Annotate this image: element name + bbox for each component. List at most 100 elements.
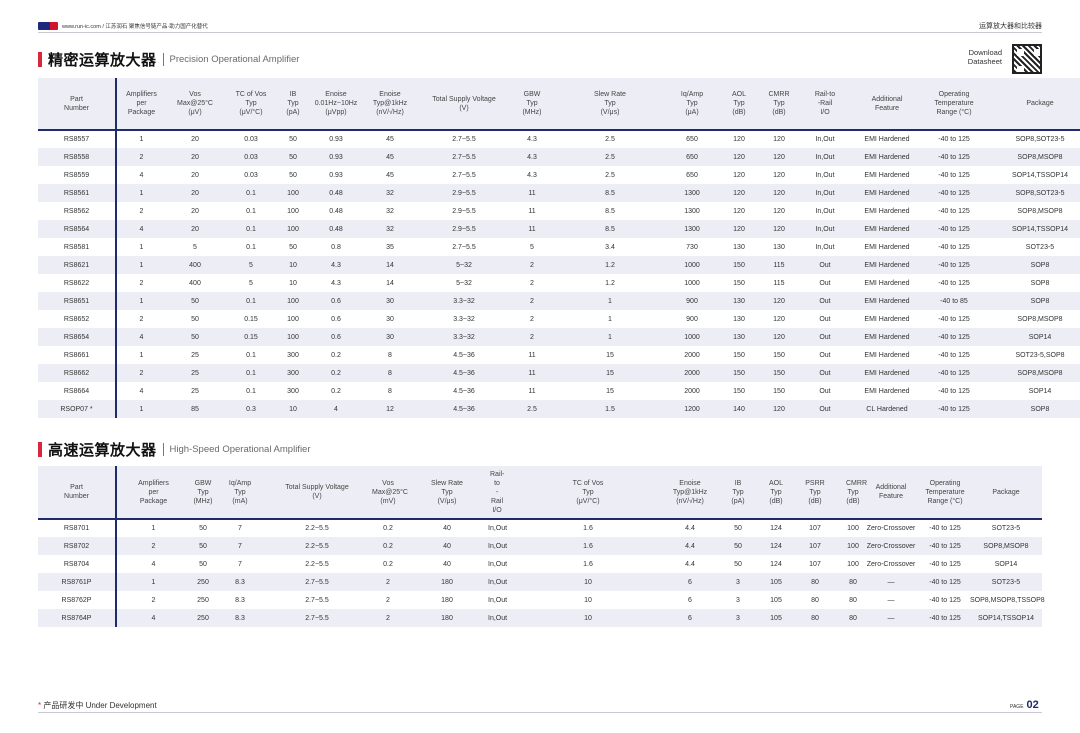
part-number-cell[interactable]: RS8557 (38, 130, 117, 148)
part-number-cell[interactable]: RS8581 (38, 238, 117, 256)
precision-col-header: AOL Typ (dB) (716, 78, 762, 131)
table-cell: 0.2 (308, 364, 364, 382)
table-cell: 2000 (668, 364, 716, 382)
table-cell: 7 (238, 560, 242, 568)
table-cell: 2.7~5.5 (305, 596, 329, 604)
table-cell: Out (796, 292, 854, 310)
table-cell: 1 (116, 256, 166, 274)
table-cell: 8 (388, 351, 392, 359)
part-number-cell[interactable]: RS8654 (38, 328, 117, 346)
part-number-cell[interactable]: RS8622 (38, 274, 117, 292)
table-cell: SOT23-5,SOP8 (1015, 351, 1065, 359)
part-number-cell[interactable]: RS8661 (38, 346, 117, 364)
table-cell: 25 (191, 351, 199, 359)
precision-col-header: Vos Max@25°C (μV) (166, 78, 224, 131)
table-cell: 3.3~32 (416, 292, 512, 310)
part-number-cell[interactable]: RS8561 (38, 184, 117, 202)
part-number-cell[interactable]: RS8562 (38, 202, 117, 220)
table-row: RS8761P 1 250 8.3 2.7~5.5 2 180 In,Out 10 6 3 105 80… (38, 573, 1042, 591)
table-cell: 45 (386, 171, 394, 179)
part-number-cell[interactable]: RS8652 (38, 310, 117, 328)
table-cell: -40 to 125 (920, 364, 988, 382)
table-cell: In,Out (796, 148, 854, 166)
part-number-cell[interactable]: RS8559 (38, 166, 117, 184)
page-indicator: PAGE 02 (1010, 699, 1039, 711)
table-cell: 300 (287, 351, 299, 359)
table-cell: 0.1 (246, 207, 256, 215)
table-row: RS8764P 4 250 8.3 2.7~5.5 2 180 In,Out 10 6 3 105 80… (38, 609, 1042, 627)
part-number-cell[interactable]: RS8664 (38, 382, 117, 400)
highspeed-col-header: AOL Typ (dB) (766, 466, 786, 520)
part-number-cell[interactable]: RS8651 (38, 292, 117, 310)
download-datasheet-label[interactable]: Download Datasheet (960, 48, 1002, 66)
table-cell: 300 (287, 387, 299, 395)
page-label: PAGE (1010, 704, 1024, 710)
table-cell: SOT23-5 (1025, 243, 1055, 251)
table-cell: 45 (364, 148, 416, 166)
table-cell: 900 (668, 292, 716, 310)
table-cell: 11 (528, 351, 536, 359)
highspeed-title-en: High-Speed Operational Amplifier (169, 444, 311, 455)
table-cell: 120 (716, 220, 762, 238)
part-number-cell[interactable]: RS8761P (38, 573, 117, 591)
part-number-cell[interactable]: RS8762P (38, 591, 117, 609)
part-number-cell[interactable]: RS8558 (38, 148, 117, 166)
table-cell: SOP8 (988, 400, 1080, 418)
table-cell: 1 (116, 573, 190, 591)
part-number-cell[interactable]: RS8701 (38, 519, 117, 537)
table-cell: 150 (773, 351, 785, 359)
table-cell: 250 (190, 573, 216, 591)
table-cell: 45 (386, 136, 394, 143)
table-cell: 10 (278, 256, 308, 274)
precision-col-header: Additional Feature (854, 78, 920, 131)
part-number-cell[interactable]: RSOP07 * (38, 400, 117, 418)
part-number-cell[interactable]: RS8704 (38, 555, 117, 573)
table-cell: 120 (773, 315, 785, 323)
part-number-cell[interactable]: RS8621 (38, 256, 117, 274)
table-row: RS8654 4 50 0.15 100 0.6 30 3.3~32 2 1 1000 130 120 O… (38, 328, 1080, 346)
table-cell: 0.3 (224, 400, 278, 418)
table-cell: 12 (364, 400, 416, 418)
part-number-cell[interactable]: RS8662 (38, 364, 117, 382)
table-cell: 1300 (668, 184, 716, 202)
table-cell: 0.1 (224, 364, 278, 382)
table-cell: 15 (606, 351, 614, 359)
table-cell: 1 (116, 292, 166, 310)
table-cell: SOP8,MSOP8 (970, 537, 1042, 555)
table-cell: EMI Hardened (854, 220, 920, 238)
table-cell: 25 (191, 387, 199, 395)
table-cell: -40 to 125 (920, 609, 970, 627)
part-number-cell[interactable]: RS8564 (38, 220, 117, 238)
part-number-cell[interactable]: RS8702 (38, 537, 117, 555)
table-row: RS8704 4 50 7 2.2~5.5 0.2 40 In,Out 1.6 4.4 50 124 1… (38, 555, 1042, 573)
table-cell: 100 (278, 328, 308, 346)
table-cell: 1 (552, 328, 668, 346)
table-cell: 0.6 (308, 292, 364, 310)
qr-code-icon[interactable] (1012, 44, 1042, 74)
table-cell: 5 (224, 256, 278, 274)
table-cell: 4 (151, 560, 156, 568)
table-cell: 3 (736, 596, 740, 604)
table-cell: 30 (364, 328, 416, 346)
table-cell: 20 (166, 220, 224, 238)
table-cell: 0.6 (308, 328, 364, 346)
table-cell: 0.2 (331, 351, 341, 359)
table-cell: 150 (762, 364, 796, 382)
table-cell: 0.03 (224, 148, 278, 166)
part-number-cell[interactable]: RS8764P (38, 609, 117, 627)
table-cell: 11 (512, 364, 552, 382)
table-cell: EMI Hardened (864, 279, 910, 287)
table-cell: 2.7~5.5 (264, 573, 370, 591)
table-cell: 50 (190, 537, 216, 555)
table-cell: 0.48 (308, 220, 364, 238)
table-cell: 1 (116, 400, 166, 418)
table-cell: 1200 (668, 400, 716, 418)
highspeed-col-header: Amplifiers per Package (116, 466, 190, 520)
table-cell: 2 (370, 609, 406, 627)
table-cell: 100 (278, 220, 308, 238)
table-cell: SOT23-5 (970, 573, 1042, 591)
highspeed-col-header: GBW Typ (MHz) (190, 466, 216, 520)
table-cell: 2 (151, 596, 156, 604)
table-cell: 0.1 (224, 184, 278, 202)
table-cell: 1 (552, 292, 668, 310)
